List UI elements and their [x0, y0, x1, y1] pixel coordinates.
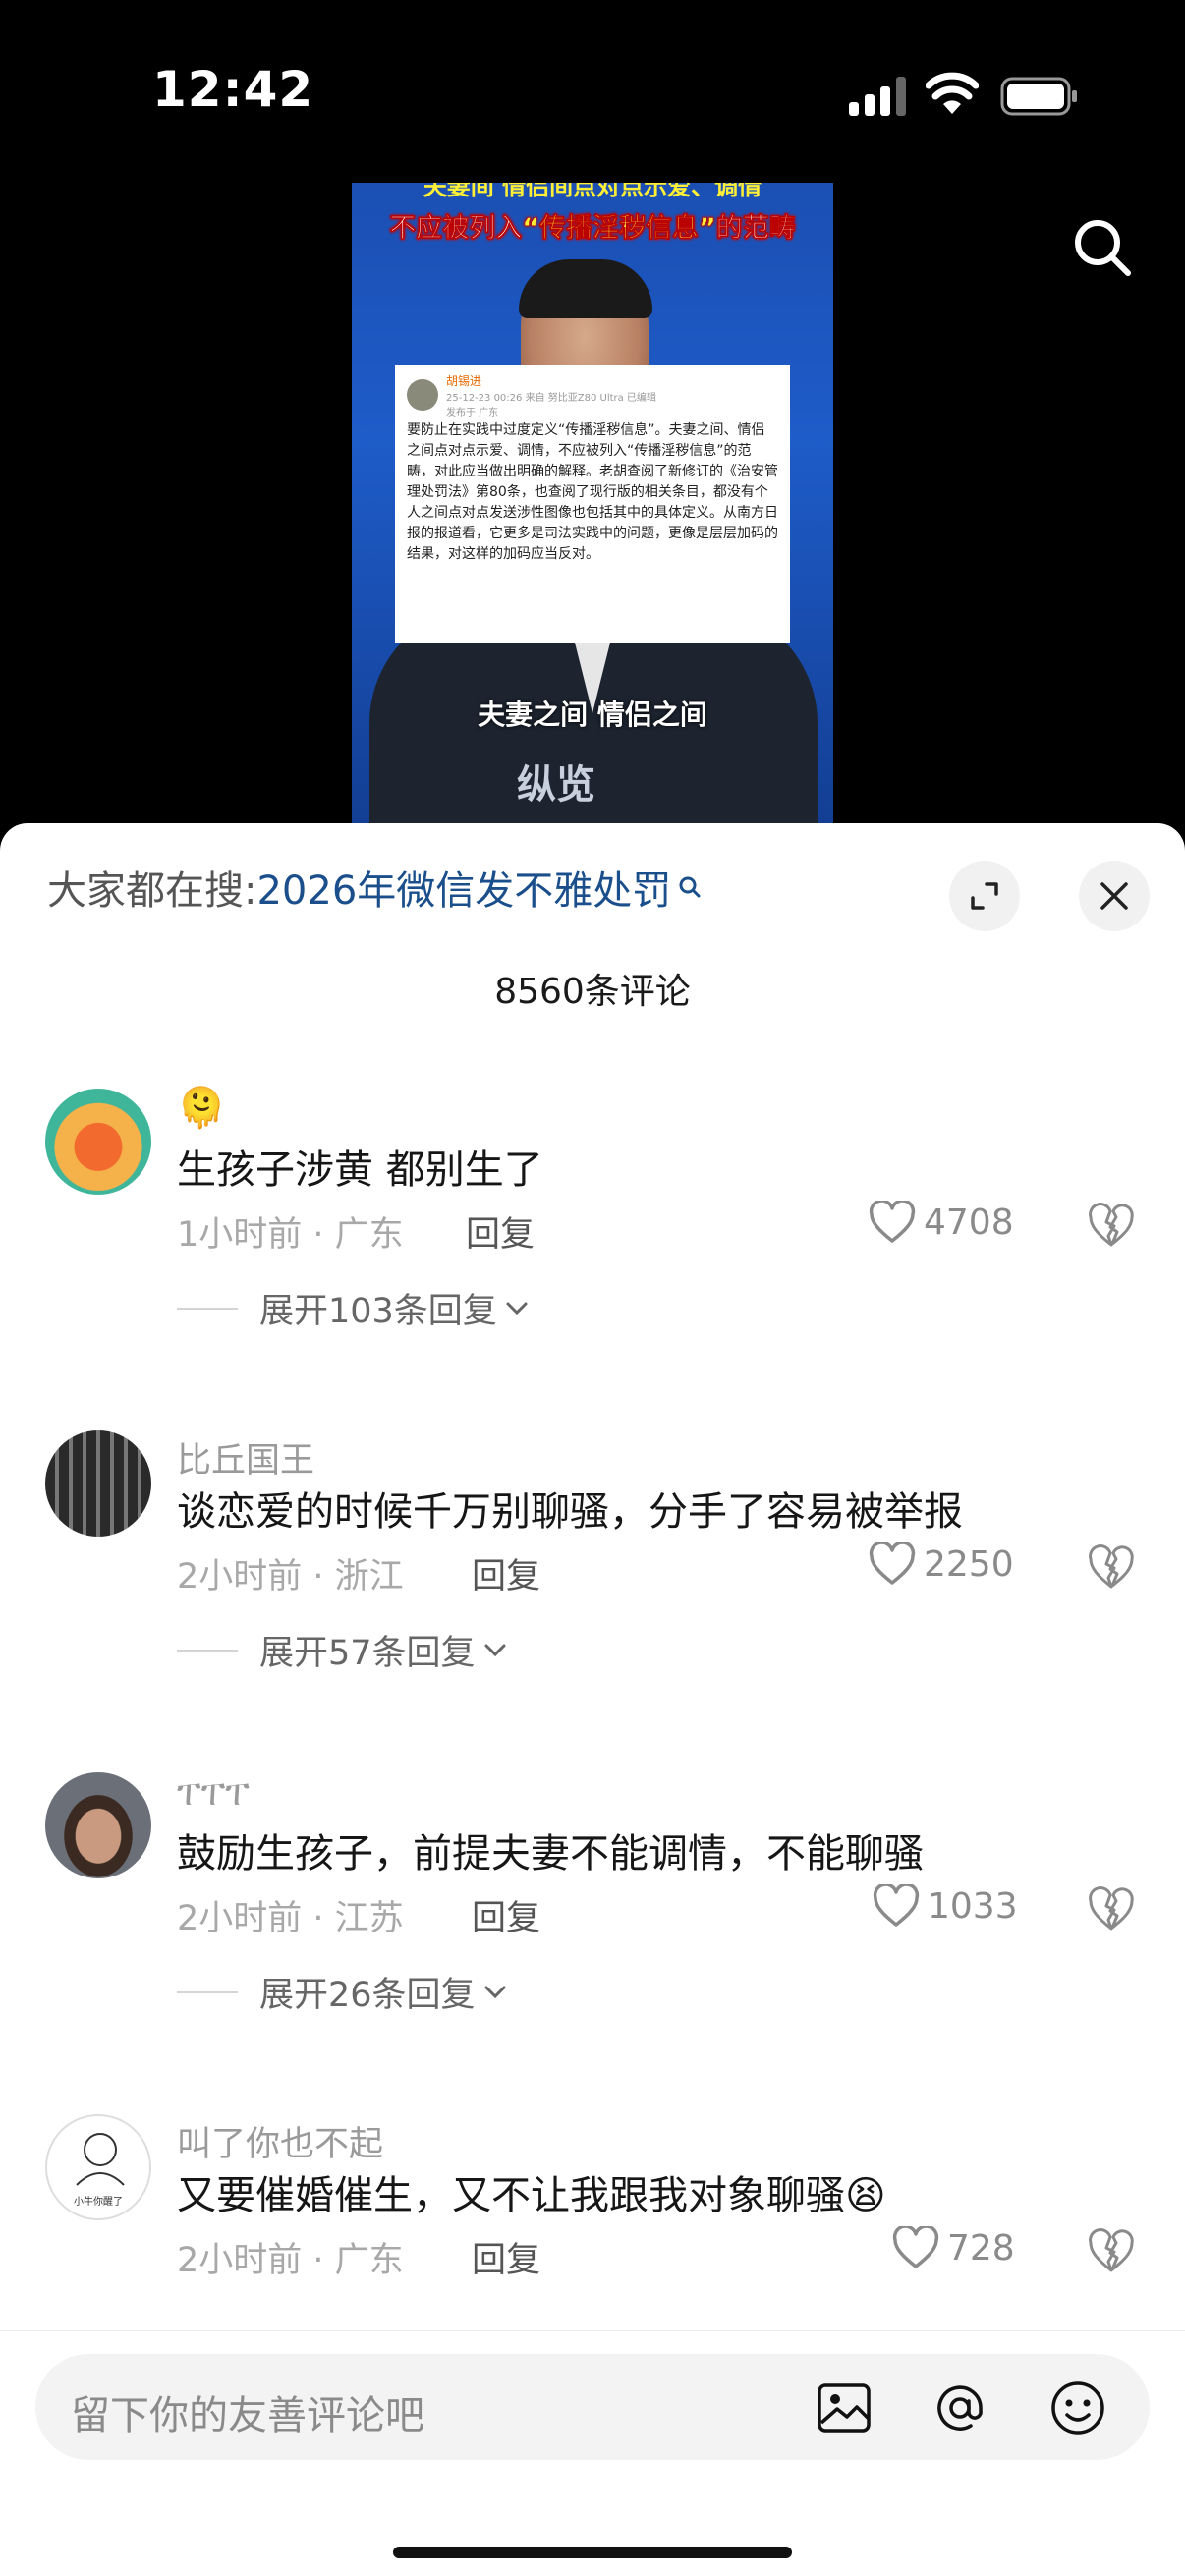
heart-icon [873, 1884, 920, 1927]
reply-button[interactable]: 回复 [472, 1548, 540, 1598]
close-button[interactable] [1079, 861, 1150, 931]
comment-item: 小牛你醒了 叫了你也不起 又要催婚催生，又不让我跟我对象聊骚😫 2小时前 · 广… [0, 2114, 1185, 2280]
weibo-meta: 25-12-23 00:26 来自 努比亚Z80 Ultra 已编辑 [446, 392, 656, 404]
mention-icon[interactable] [930, 2378, 990, 2438]
broken-heart-icon[interactable] [1087, 2228, 1136, 2273]
headline-line2-b: “传播淫秽信息” [522, 213, 716, 245]
headline-line2-c: 的范畴 [715, 213, 796, 245]
avatar[interactable] [45, 1430, 151, 1537]
weibo-location: 发布于 广东 [446, 407, 499, 419]
comment-text[interactable]: 又要催婚催生，又不让我跟我对象聊骚😫 [177, 2163, 886, 2220]
like-count: 728 [947, 2227, 1015, 2268]
like-count: 4708 [924, 1202, 1014, 1243]
heart-icon [869, 1201, 916, 1243]
like-button[interactable]: 4708 [869, 1201, 1014, 1244]
comment-username[interactable]: 比丘国王 [177, 1432, 314, 1483]
cellular-signal-icon [849, 77, 906, 116]
comment-input[interactable]: 留下你的友善评论吧 [35, 2354, 1150, 2460]
expand-replies-label: 展开26条回复 [259, 1976, 476, 2015]
expand-replies[interactable]: 展开26条回复 [177, 1967, 509, 2017]
avatar[interactable] [45, 1772, 151, 1878]
input-divider [0, 2330, 1185, 2331]
anchor-hair [519, 259, 652, 318]
headline-line1: 夫妻间 情侣间点对点示爱、调情 [423, 183, 762, 200]
comment-meta: 2小时前 · 江苏 [177, 1899, 404, 1938]
divider-dash [177, 1307, 238, 1310]
weibo-author: 胡锡进 [446, 373, 482, 388]
status-time: 12:42 [152, 61, 314, 118]
divider-dash [177, 1990, 238, 1993]
expand-replies-label: 展开103条回复 [259, 1292, 497, 1331]
chevron-down-icon [506, 1302, 528, 1315]
broken-heart-icon[interactable] [1087, 1886, 1136, 1932]
comment-item: 比丘国王 谈恋爱的时候千万别聊骚，分手了容易被举报 2小时前 · 浙江 回复 2… [0, 1430, 1185, 1673]
heart-icon [892, 2226, 939, 2268]
headline-line2-a: 不应被列入 [389, 213, 523, 245]
close-icon [1100, 882, 1128, 910]
wifi-icon [926, 72, 979, 114]
comment-input-placeholder: 留下你的友善评论吧 [71, 2393, 424, 2438]
search-icon[interactable] [1071, 216, 1134, 279]
comment-text[interactable]: 谈恋爱的时候千万别聊骚，分手了容易被举报 [177, 1480, 963, 1537]
comment-count: 8560条评论 [494, 972, 691, 1012]
reply-button[interactable]: 回复 [466, 1206, 535, 1257]
avatar[interactable] [45, 1089, 151, 1195]
expand-replies-label: 展开57条回复 [259, 1634, 476, 1673]
headline-line2: 不应被列入“传播淫秽信息”的范畴 [352, 206, 833, 245]
like-count: 2250 [924, 1543, 1014, 1585]
image-icon[interactable] [814, 2378, 875, 2438]
hot-search-query[interactable]: 2026年微信发不雅处罚 [256, 859, 671, 916]
reply-button[interactable]: 回复 [472, 1890, 540, 1940]
expand-icon [971, 882, 998, 910]
status-bar: 12:42 [0, 0, 1185, 187]
comment-text-body: 又要催婚催生，又不让我跟我对象聊骚 [177, 2173, 845, 2218]
emoji-icon: 😫 [845, 2173, 886, 2218]
hot-search-link[interactable]: 大家都在搜: 2026年微信发不雅处罚 [47, 863, 703, 914]
comment-text[interactable]: 生孩子涉黄 都别生了 [177, 1138, 543, 1195]
weibo-text: 要防止在实践中过度定义“传播淫秽信息”。夫妻之间、情侣之间点对点示爱、调情，不应… [407, 422, 778, 562]
comment-username[interactable]: ፐፐፐ [177, 1774, 250, 1814]
weibo-post-card: 胡锡进 25-12-23 00:26 来自 努比亚Z80 Ultra 已编辑 发… [395, 365, 790, 643]
video-logo: 纵览 [517, 761, 595, 808]
comment-item: ፐፐፐ 鼓励生孩子，前提夫妻不能调情，不能聊骚 2小时前 · 江苏 回复 103… [0, 1772, 1185, 2015]
emoji-icon[interactable] [1047, 2378, 1108, 2438]
chevron-down-icon [484, 1644, 506, 1656]
avatar[interactable]: 小牛你醒了 [45, 2114, 151, 2220]
broken-heart-icon[interactable] [1087, 1544, 1136, 1590]
emoji-icon: 🫠 [177, 1086, 226, 1131]
divider-dash [177, 1649, 238, 1652]
heart-icon [869, 1542, 916, 1585]
like-count: 1033 [928, 1885, 1018, 1927]
comment-text[interactable]: 鼓励生孩子，前提夫妻不能调情，不能聊骚 [177, 1821, 924, 1878]
video-player[interactable]: 夫妻间 情侣间点对点示爱、调情 不应被列入“传播淫秽信息”的范畴 胡锡进 25-… [352, 183, 833, 823]
comment-meta: 2小时前 · 浙江 [177, 1557, 404, 1596]
chevron-down-icon [484, 1986, 506, 1998]
comment-meta: 1小时前 · 广东 [177, 1215, 404, 1255]
like-button[interactable]: 728 [892, 2226, 1015, 2269]
like-button[interactable]: 2250 [869, 1542, 1014, 1586]
expand-replies[interactable]: 展开57条回复 [177, 1625, 509, 1675]
video-caption: 夫妻之间 情侣之间 [478, 699, 707, 731]
video-headline: 夫妻间 情侣间点对点示爱、调情 不应被列入“传播淫秽信息”的范畴 [352, 183, 833, 245]
comment-sheet: 大家都在搜: 2026年微信发不雅处罚 8560条评论 🫠 生孩子涉黄 都别生了… [0, 823, 1185, 2576]
weibo-avatar [407, 379, 438, 411]
like-button[interactable]: 1033 [873, 1884, 1018, 1928]
battery-icon [1000, 77, 1077, 116]
avatar-caption: 小牛你醒了 [74, 2195, 123, 2208]
home-indicator[interactable] [393, 2547, 792, 2558]
broken-heart-icon[interactable] [1087, 1203, 1136, 1248]
hot-search-prefix: 大家都在搜: [47, 868, 257, 914]
comment-item: 🫠 生孩子涉黄 都别生了 1小时前 · 广东 回复 4708 展开103条回复 [0, 1086, 1185, 1331]
reply-button[interactable]: 回复 [472, 2232, 540, 2282]
expand-button[interactable] [949, 861, 1020, 931]
comment-username[interactable]: 叫了你也不起 [177, 2116, 383, 2166]
expand-replies[interactable]: 展开103条回复 [177, 1283, 531, 1333]
comment-meta: 2小时前 · 广东 [177, 2241, 404, 2280]
search-icon [679, 876, 701, 898]
avatar-drawing: 小牛你醒了 [74, 2133, 125, 2208]
